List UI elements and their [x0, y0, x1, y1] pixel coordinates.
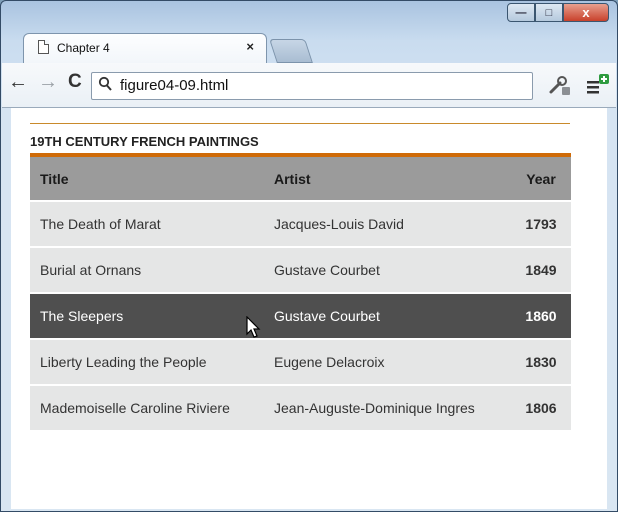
cell-title: Burial at Ornans — [30, 246, 264, 293]
address-bar[interactable] — [91, 72, 533, 100]
cell-title: The Sleepers — [30, 292, 264, 339]
cell-artist: Gustave Courbet — [264, 246, 511, 293]
url-input[interactable] — [120, 75, 520, 95]
cell-year: 1830 — [511, 338, 571, 385]
back-button[interactable]: ← — [8, 72, 28, 92]
paintings-table: Title Artist Year The Death of Marat Jac… — [30, 157, 571, 430]
cell-title: The Death of Marat — [30, 200, 264, 247]
table-caption: 19TH CENTURY FRENCH PAINTINGS — [30, 134, 259, 149]
page-content: 19TH CENTURY FRENCH PAINTINGS Title Arti… — [11, 108, 607, 509]
table-row-hovered[interactable]: The Sleepers Gustave Courbet 1860 — [30, 292, 571, 339]
cell-year: 1860 — [511, 292, 571, 339]
reload-button[interactable]: C — [68, 72, 82, 92]
cell-year: 1793 — [511, 200, 571, 247]
table-header-row: Title Artist Year — [30, 157, 571, 201]
wrench-icon[interactable] — [547, 73, 571, 97]
minimize-button[interactable]: — — [507, 3, 535, 22]
browser-toolbar: ← → C — [2, 63, 616, 108]
browser-tab-active[interactable]: Chapter 4 × — [23, 33, 267, 64]
search-icon — [98, 76, 112, 96]
cell-artist: Eugene Delacroix — [264, 338, 511, 385]
window-controls: — □ x — [507, 3, 609, 22]
cell-year: 1806 — [511, 384, 571, 430]
page-icon — [38, 40, 49, 54]
cell-artist: Gustave Courbet — [264, 292, 511, 339]
paintings-table-wrapper: Title Artist Year The Death of Marat Jac… — [30, 153, 571, 430]
caption-divider — [30, 123, 570, 124]
mouse-cursor-icon — [246, 316, 261, 338]
table-row[interactable]: Liberty Leading the People Eugene Delacr… — [30, 338, 571, 385]
column-header-artist: Artist — [264, 157, 511, 201]
maximize-button[interactable]: □ — [535, 3, 563, 22]
chrome-menu-icon[interactable] — [585, 73, 611, 97]
table-row[interactable]: Burial at Ornans Gustave Courbet 1849 — [30, 246, 571, 293]
tab-title: Chapter 4 — [57, 41, 110, 55]
browser-window: — □ x Chapter 4 × ← → C figure04-09.html… — [0, 0, 618, 512]
forward-button[interactable]: → — [38, 72, 58, 92]
cell-title: Liberty Leading the People — [30, 338, 264, 385]
column-header-title: Title — [30, 157, 264, 201]
column-header-year: Year — [511, 157, 571, 201]
cell-title: Mademoiselle Caroline Riviere — [30, 384, 264, 430]
cell-year: 1849 — [511, 246, 571, 293]
tab-close-button[interactable]: × — [246, 39, 254, 54]
close-window-button[interactable]: x — [563, 3, 609, 22]
table-row[interactable]: The Death of Marat Jacques-Louis David 1… — [30, 200, 571, 247]
table-row[interactable]: Mademoiselle Caroline Riviere Jean-Augus… — [30, 384, 571, 430]
cell-artist: Jean-Auguste-Dominique Ingres — [264, 384, 511, 430]
new-tab-button[interactable] — [269, 39, 313, 63]
cell-artist: Jacques-Louis David — [264, 200, 511, 247]
